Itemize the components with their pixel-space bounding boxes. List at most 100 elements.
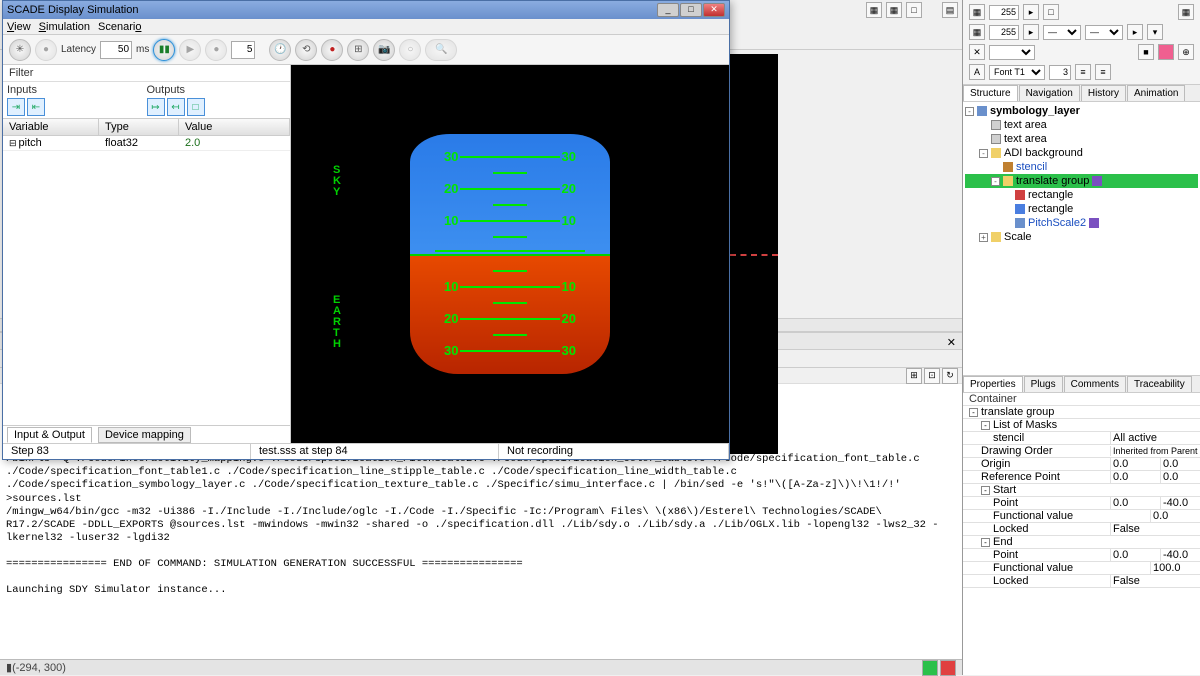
tree-node[interactable]: -symbology_layer	[965, 104, 1198, 118]
col-variable[interactable]: Variable	[3, 119, 99, 135]
console-icon[interactable]: ↻	[942, 368, 958, 384]
align-icon[interactable]: ≡	[1095, 64, 1111, 80]
console-icon[interactable]: ⊞	[906, 368, 922, 384]
camera-icon[interactable]: 📷	[373, 39, 395, 61]
tab-device-mapping[interactable]: Device mapping	[98, 427, 191, 443]
menu-view[interactable]: View	[7, 21, 31, 33]
simulation-window: SCADE Display Simulation _ □ ✕ View Simu…	[2, 0, 730, 460]
font-dropdown[interactable]: Font T1	[989, 65, 1045, 80]
value-input[interactable]	[989, 5, 1019, 20]
tool-icon[interactable]: ▸	[1023, 4, 1039, 20]
output-icon[interactable]: ↦	[147, 98, 165, 116]
tab-animation[interactable]: Animation	[1127, 85, 1185, 101]
tree-node-selected[interactable]: -translate group	[965, 174, 1198, 188]
tab-plugs[interactable]: Plugs	[1024, 376, 1063, 392]
output-icon[interactable]: □	[187, 98, 205, 116]
tool-icon[interactable]: ▸	[1023, 24, 1039, 40]
tree-node[interactable]: -ADI background	[965, 146, 1198, 160]
toolbar-icon[interactable]: ▦	[886, 2, 902, 18]
toolbar-button[interactable]: 🕐	[269, 39, 291, 61]
tool-icon[interactable]: ▾	[1147, 24, 1163, 40]
tree-node[interactable]: +Scale	[965, 230, 1198, 244]
toolbar-button[interactable]: ○	[399, 39, 421, 61]
tab-input-output[interactable]: Input & Output	[7, 427, 92, 443]
tool-icon[interactable]: ⊕	[1178, 44, 1194, 60]
tab-history[interactable]: History	[1081, 85, 1126, 101]
inputs-label: Inputs	[7, 84, 147, 96]
output-icon[interactable]: ↤	[167, 98, 185, 116]
variable-row[interactable]: ⊟pitch float32 2.0	[3, 136, 290, 151]
step-button[interactable]: ●	[205, 39, 227, 61]
prop-row[interactable]: LockedFalse	[963, 575, 1200, 588]
step-input[interactable]	[231, 41, 255, 59]
close-tab-icon[interactable]: ✕	[941, 336, 962, 349]
tool-icon[interactable]: ▦	[1178, 4, 1194, 20]
tree-node[interactable]: rectangle	[965, 202, 1198, 216]
menu-scenario[interactable]: Scenario	[98, 21, 141, 33]
maximize-button[interactable]: □	[680, 3, 702, 17]
prop-row[interactable]: Point0.0-40.0	[963, 497, 1200, 510]
tab-navigation[interactable]: Navigation	[1019, 85, 1080, 101]
zoom-out-button[interactable]: 🔍	[425, 39, 457, 61]
prop-row[interactable]: Reference Point0.00.0	[963, 471, 1200, 484]
latency-input[interactable]	[100, 41, 132, 59]
tab-structure[interactable]: Structure	[963, 85, 1018, 101]
tree-node[interactable]: PitchScale2	[965, 216, 1198, 230]
status-icon[interactable]	[922, 660, 938, 676]
input-icon[interactable]: ⇥	[7, 98, 25, 116]
tab-properties[interactable]: Properties	[963, 376, 1023, 392]
font-icon[interactable]: A	[969, 64, 985, 80]
close-button[interactable]: ✕	[703, 3, 725, 17]
prop-row[interactable]: stencilAll active	[963, 432, 1200, 445]
input-icon[interactable]: ⇤	[27, 98, 45, 116]
console-icon[interactable]: ⊡	[924, 368, 940, 384]
dropdown[interactable]	[989, 45, 1035, 60]
tab-comments[interactable]: Comments	[1064, 376, 1126, 392]
toolbar-button[interactable]: ⟲	[295, 39, 317, 61]
close-icon[interactable]: ✕	[969, 44, 985, 60]
right-panel: ▦ ▸ □ ▦ ▦ ▸ — — ▸ ▾ ✕ ■	[962, 0, 1200, 675]
tool-icon[interactable]: ▸	[1127, 24, 1143, 40]
tree-node[interactable]: rectangle	[965, 188, 1198, 202]
toolbar-icon[interactable]: □	[906, 2, 922, 18]
pause-button[interactable]: ▮▮	[153, 39, 175, 61]
prop-row[interactable]: Drawing OrderInherited from Parent	[963, 445, 1200, 458]
col-value[interactable]: Value	[179, 119, 290, 135]
play-button[interactable]: ▶	[179, 39, 201, 61]
sim-titlebar[interactable]: SCADE Display Simulation _ □ ✕	[3, 1, 729, 19]
toolbar-button[interactable]: ⊞	[347, 39, 369, 61]
toolbar-button[interactable]: ●	[35, 39, 57, 61]
tool-icon[interactable]	[1158, 44, 1174, 60]
prop-row[interactable]: LockedFalse	[963, 523, 1200, 536]
tree-node[interactable]: text area	[965, 118, 1198, 132]
prop-row[interactable]: Origin0.00.0	[963, 458, 1200, 471]
tool-icon[interactable]: □	[1043, 4, 1059, 20]
prop-row[interactable]: Functional value100.0	[963, 562, 1200, 575]
plug-icon	[1092, 176, 1102, 186]
value-input[interactable]	[989, 25, 1019, 40]
sim-viewport: SKY EARTH 30 30 20 20	[291, 65, 729, 443]
prop-row[interactable]: Functional value0.0	[963, 510, 1200, 523]
spinner-icon[interactable]: ✳	[9, 39, 31, 61]
structure-tree: -symbology_layer text area text area -AD…	[963, 102, 1200, 375]
tool-icon[interactable]: ▦	[969, 4, 985, 20]
line-style-dropdown[interactable]: —	[1085, 25, 1123, 40]
toolbar-icon[interactable]: ▤	[942, 2, 958, 18]
filter-label: Filter	[3, 65, 290, 82]
menu-simulation[interactable]: Simulation	[39, 21, 90, 33]
toolbar-icon[interactable]: ▦	[866, 2, 882, 18]
record-button[interactable]: ●	[321, 39, 343, 61]
col-type[interactable]: Type	[99, 119, 179, 135]
tool-icon[interactable]: ■	[1138, 44, 1154, 60]
tab-traceability[interactable]: Traceability	[1127, 376, 1192, 392]
align-icon[interactable]: ≡	[1075, 64, 1091, 80]
minimize-button[interactable]: _	[657, 3, 679, 17]
status-icon[interactable]	[940, 660, 956, 676]
tool-icon[interactable]: ▦	[969, 24, 985, 40]
font-size-input[interactable]	[1049, 65, 1071, 80]
tree-node[interactable]: stencil	[965, 160, 1198, 174]
prop-row[interactable]: Point0.0-40.0	[963, 549, 1200, 562]
tree-node[interactable]: text area	[965, 132, 1198, 146]
adi-earth	[410, 254, 610, 374]
line-style-dropdown[interactable]: —	[1043, 25, 1081, 40]
